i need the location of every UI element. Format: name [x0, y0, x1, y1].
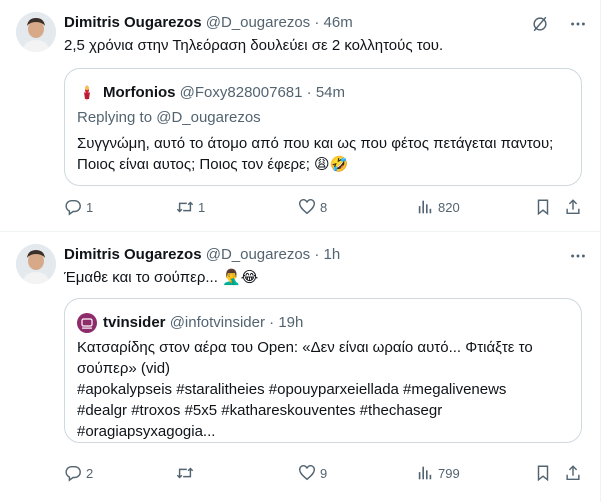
separator-dot: ·	[314, 14, 320, 31]
retweet-button[interactable]: 1	[176, 198, 205, 216]
tweet-text: 2,5 χρόνια στην Τηλεόραση δουλεύει σε 2 …	[64, 37, 444, 54]
heart-icon	[299, 199, 315, 215]
views-button[interactable]: 820	[416, 198, 460, 216]
author-handle[interactable]: @D_ougarezos	[206, 14, 310, 31]
separator-dot: ·	[269, 314, 275, 331]
quoted-text-line: σούπερ» (vid)	[77, 360, 171, 377]
quoted-author-avatar	[77, 83, 97, 103]
bookmark-button[interactable]	[534, 464, 552, 482]
quoted-text-line: Ποιος είναι αυτος; Ποιος τον έφερε; 😩🤣	[77, 156, 349, 173]
quoted-tweet[interactable]: tvinsider @infotvinsider · 19h Κατσαρίδη…	[64, 298, 582, 443]
reply-button[interactable]: 2	[64, 464, 93, 482]
quoted-text-line: #dealgr #troxos #5x5 #kathareskouventes …	[77, 402, 443, 419]
tweet-1[interactable]: Dimitris Ougarezos @D_ougarezos · 46m 2,…	[0, 0, 600, 231]
bookmark-button[interactable]	[534, 198, 552, 216]
share-upload-icon	[566, 199, 580, 215]
views-count: 799	[438, 465, 460, 481]
replying-to: Replying to @D_ougarezos	[77, 109, 261, 126]
quoted-tweet-text: Κατσαρίδης στον αέρα του Open: «Δεν είνα…	[77, 337, 571, 442]
reply-count: 2	[86, 465, 94, 481]
like-button[interactable]: 8	[298, 198, 327, 216]
share-button[interactable]	[564, 198, 582, 216]
tweet-text: Έμαθε και το σούπερ... 🤦‍♂️😂	[64, 269, 259, 286]
author-name[interactable]: Dimitris Ougarezos	[64, 246, 202, 263]
author-avatar[interactable]	[16, 244, 56, 284]
bookmark-icon	[537, 465, 549, 482]
grok-slash-icon[interactable]	[530, 14, 550, 34]
more-horizontal-icon[interactable]	[568, 246, 588, 266]
share-upload-icon	[566, 465, 580, 481]
quoted-tweet[interactable]: Morfonios @Foxy828007681 · 54m Replying …	[64, 68, 582, 186]
author-handle[interactable]: @D_ougarezos	[206, 246, 310, 263]
retweet-icon	[176, 201, 194, 213]
quoted-text-line: Κατσαρίδης στον αέρα του Open: «Δεν είνα…	[77, 339, 533, 356]
quoted-text-line: #apokalypseis #staralitheies #opouyparxe…	[77, 381, 507, 398]
quoted-text-line: #oragiapsyxagogia...	[77, 423, 216, 440]
reply-bubble-icon	[65, 199, 81, 216]
views-button[interactable]: 799	[416, 464, 460, 482]
tweet-header: Dimitris Ougarezos @D_ougarezos · 46m	[64, 14, 353, 32]
quoted-author-handle: @Foxy828007681	[179, 84, 303, 101]
quoted-author-avatar	[77, 313, 97, 333]
quoted-text-line: Συγγνώμη, αυτό το άτομο από που και ως π…	[77, 135, 554, 152]
tweet-actions: 2 9 799	[60, 464, 584, 484]
retweet-icon	[176, 467, 194, 479]
retweet-count: 1	[198, 199, 206, 215]
quoted-author-name: tvinsider	[103, 314, 166, 331]
quoted-author-handle: @infotvinsider	[169, 314, 265, 331]
retweet-button[interactable]	[176, 464, 198, 482]
heart-icon	[299, 465, 315, 481]
reply-button[interactable]: 1	[64, 198, 93, 216]
separator-dot: ·	[314, 246, 320, 263]
reply-bubble-icon	[65, 465, 81, 482]
like-button[interactable]: 9	[298, 464, 327, 482]
tweet-time[interactable]: 46m	[324, 14, 353, 31]
bar-chart-icon	[418, 466, 432, 480]
tweet-header: Dimitris Ougarezos @D_ougarezos · 1h	[64, 246, 340, 264]
tweet-tools	[530, 14, 588, 34]
more-horizontal-icon[interactable]	[568, 14, 588, 34]
reply-count: 1	[86, 199, 94, 215]
like-count: 9	[320, 465, 328, 481]
views-count: 820	[438, 199, 460, 215]
tweet-tools	[568, 246, 588, 266]
quoted-tweet-time: 54m	[315, 84, 346, 101]
bookmark-icon	[537, 199, 549, 216]
like-count: 8	[320, 199, 328, 215]
tweet-time[interactable]: 1h	[324, 246, 341, 263]
quoted-tweet-header: Morfonios @Foxy828007681 · 54m	[77, 83, 345, 103]
quoted-tweet-time: 19h	[278, 314, 304, 331]
author-avatar[interactable]	[16, 12, 56, 52]
quoted-tweet-text: Συγγνώμη, αυτό το άτομο από που και ως π…	[77, 133, 571, 175]
tweet-actions: 1 1 8 820	[60, 198, 584, 218]
quoted-tweet-header: tvinsider @infotvinsider · 19h	[77, 313, 303, 333]
quoted-author-name: Morfonios	[103, 84, 176, 101]
bar-chart-icon	[418, 200, 432, 214]
tweet-2[interactable]: Dimitris Ougarezos @D_ougarezos · 1h Έμα…	[0, 232, 600, 502]
column-border	[600, 0, 601, 502]
separator-dot: ·	[306, 84, 312, 101]
share-button[interactable]	[564, 464, 582, 482]
author-name[interactable]: Dimitris Ougarezos	[64, 14, 202, 31]
